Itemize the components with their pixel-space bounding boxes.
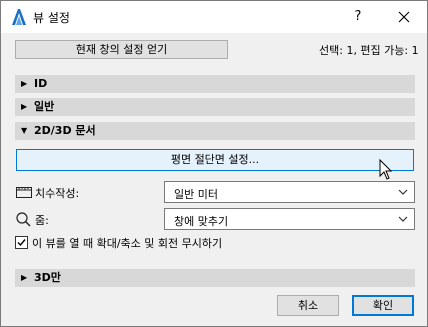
ignore-zoom-rotation-label: 이 뷰를 열 때 확대/축소 및 회전 무시하기 bbox=[32, 237, 223, 250]
chevron-down-icon bbox=[398, 216, 408, 222]
zoom-select[interactable]: 창에 맞추기 bbox=[164, 208, 415, 230]
title-bar: 뷰 설정 ? bbox=[1, 1, 427, 33]
close-button[interactable] bbox=[389, 5, 419, 29]
floor-plan-cut-plane-settings-button[interactable]: 평면 절단면 설정... bbox=[16, 149, 414, 171]
expand-arrow-icon: ▶ bbox=[21, 102, 28, 111]
zoom-icon bbox=[16, 212, 31, 227]
section-id-label: ID bbox=[34, 77, 48, 90]
collapse-arrow-icon: ▼ bbox=[21, 126, 28, 135]
selection-info: 선택: 1, 편집 가능: 1 bbox=[319, 44, 419, 57]
section-general-label: 일반 bbox=[34, 100, 55, 113]
section-id[interactable]: ▶ ID bbox=[15, 75, 415, 93]
window-title: 뷰 설정 bbox=[33, 11, 70, 25]
view-settings-dialog: 뷰 설정 ? 현재 창의 설정 얻기 선택: 1, 편집 가능: 1 ▶ ID … bbox=[0, 0, 428, 327]
checkmark-icon bbox=[17, 239, 26, 247]
archicad-icon bbox=[12, 9, 26, 25]
section-2d3d-document-label: 2D/3D 문서 bbox=[34, 124, 96, 137]
get-current-window-settings-button[interactable]: 현재 창의 설정 얻기 bbox=[15, 40, 228, 59]
dimension-icon bbox=[16, 187, 32, 198]
cancel-button[interactable]: 취소 bbox=[277, 295, 339, 316]
zoom-label: 줌: bbox=[35, 214, 49, 227]
zoom-value: 창에 맞추기 bbox=[174, 215, 229, 228]
mouse-cursor-icon bbox=[379, 159, 393, 180]
section-3d-only[interactable]: ▶ 3D만 bbox=[15, 269, 415, 287]
expand-arrow-icon: ▶ bbox=[21, 79, 28, 88]
dimension-label: 치수작성: bbox=[35, 187, 80, 200]
section-3d-only-label: 3D만 bbox=[34, 271, 61, 284]
ok-button[interactable]: 확인 bbox=[352, 295, 414, 316]
ignore-zoom-rotation-checkbox[interactable] bbox=[15, 236, 28, 249]
chevron-down-icon bbox=[398, 189, 408, 195]
section-2d3d-document[interactable]: ▼ 2D/3D 문서 bbox=[15, 122, 415, 140]
dimension-value: 일반 미터 bbox=[174, 188, 218, 201]
dimension-select[interactable]: 일반 미터 bbox=[164, 181, 415, 203]
close-icon bbox=[398, 11, 410, 23]
expand-arrow-icon: ▶ bbox=[21, 273, 28, 282]
help-button[interactable]: ? bbox=[343, 5, 373, 29]
section-general[interactable]: ▶ 일반 bbox=[15, 98, 415, 116]
